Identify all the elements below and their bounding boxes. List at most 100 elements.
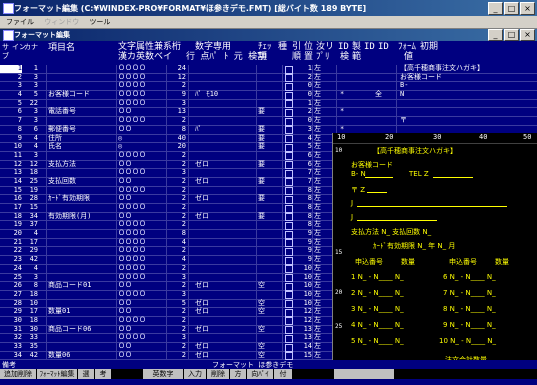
check-required: 要 — [258, 176, 265, 185]
fkey-9[interactable]: 方 — [230, 369, 246, 379]
clear-checkbox[interactable] — [285, 161, 293, 170]
clear-checkbox[interactable] — [285, 247, 293, 256]
fkey-12[interactable] — [293, 369, 333, 379]
clear-checkbox[interactable] — [285, 135, 293, 143]
clear-checkbox[interactable] — [285, 308, 293, 317]
table-row[interactable]: 7 3 ＯＯＯＯ 2 0 左 〒 — [0, 116, 537, 126]
alignment: 左 — [314, 350, 321, 359]
preview-item-left: 3 N_ - N____ N_ — [351, 305, 404, 313]
field-length: 2 — [181, 307, 186, 316]
form-preview[interactable]: 10 20 30 40 50 10 15 20 25 30 【高千穂商事注文ハガ… — [332, 133, 537, 372]
header-kana: カナ — [24, 43, 38, 51]
fkey-4[interactable]: 考 — [95, 369, 111, 379]
menu-tool[interactable]: ツール — [89, 17, 110, 27]
alignment: 左 — [314, 107, 321, 116]
clear-checkbox[interactable] — [285, 213, 293, 222]
check-required: 要 — [258, 159, 265, 168]
fkey-2[interactable]: ﾌｫｰﾏｯﾄ編集 — [37, 369, 77, 379]
row-number: 2 — [17, 72, 22, 81]
menu-bar: ファイル ウィンドウ ツール — [0, 16, 537, 29]
clear-checkbox[interactable] — [285, 343, 293, 352]
clear-checkbox[interactable] — [285, 291, 293, 300]
alignment: 左 — [314, 246, 321, 255]
pull-order: 6 — [307, 159, 312, 168]
clear-checkbox[interactable] — [285, 274, 293, 282]
clear-checkbox[interactable] — [285, 143, 293, 152]
fkey-13[interactable] — [334, 369, 394, 379]
clear-checkbox[interactable] — [285, 239, 293, 248]
clear-checkbox[interactable] — [285, 204, 293, 213]
table-row[interactable]: 1 1 ＯＯＯＯ 24 1 左【高千穂商事注文ハガキ】 — [0, 64, 537, 74]
numeric-edit: ﾊﾟ — [195, 124, 202, 133]
clear-checkbox[interactable] — [285, 221, 293, 230]
clear-checkbox[interactable] — [285, 91, 293, 100]
fkey-10[interactable]: 向ﾊﾟｲ — [247, 369, 273, 379]
fkey-15[interactable] — [456, 369, 537, 379]
clear-checkbox[interactable] — [285, 282, 293, 291]
clear-checkbox[interactable] — [285, 352, 293, 361]
table-row[interactable]: 2 3 ＯＯＯＯ 12 2 左お客様コード — [0, 72, 537, 83]
alignment: 左 — [314, 229, 321, 238]
field-length: 3 — [181, 98, 186, 107]
field-length: 2 — [181, 81, 186, 90]
row-sub: 3 — [33, 72, 38, 81]
maximize-button[interactable]: □ — [504, 2, 519, 15]
char-attr: ＯＯ — [118, 176, 132, 185]
clear-checkbox[interactable] — [285, 326, 293, 335]
numeric-edit: ﾊﾟ ﾓ10 — [195, 90, 219, 99]
field-length: 20 — [177, 142, 186, 151]
check-required: 要 — [258, 211, 265, 220]
menu-window[interactable]: ウィンドウ — [44, 17, 79, 27]
char-attr: ＯＯ — [118, 324, 132, 333]
clear-checkbox[interactable] — [285, 100, 293, 109]
clear-checkbox[interactable] — [285, 169, 293, 178]
main-title-bar[interactable]: フォーマット編集 (C:¥WINDEX-PRO¥FORMAT¥ほ参きデモ.FMT… — [0, 0, 537, 16]
char-attr: ＯＯＯＯ — [118, 263, 146, 272]
table-row[interactable]: 6 3 電話番号 ＯＯ 13 要 2 左 * — [0, 107, 537, 118]
char-attr: ＯＯＯＯ — [118, 255, 146, 264]
fkey-8[interactable]: 削除 — [207, 369, 229, 379]
clear-checkbox[interactable] — [285, 108, 293, 117]
table-row[interactable]: 4 5 お客様コード ＯＯＯＯ 9 ﾊﾟ ﾓ10 0 左 * 全 N — [0, 90, 537, 100]
clear-checkbox[interactable] — [285, 74, 293, 83]
fkey-3[interactable]: 選 — [78, 369, 94, 379]
child-maximize-button[interactable]: □ — [504, 29, 519, 41]
close-button[interactable]: × — [520, 2, 535, 15]
clear-checkbox[interactable] — [285, 195, 293, 204]
alignment: 左 — [314, 176, 321, 185]
fkey-14[interactable] — [395, 369, 455, 379]
fkey-11[interactable]: 付 — [274, 369, 292, 379]
row-number: 30 — [13, 315, 22, 324]
clear-checkbox[interactable] — [285, 117, 293, 126]
fkey-6[interactable]: 英数字 — [143, 369, 183, 379]
pull-order: 6 — [307, 150, 312, 159]
fkey-7[interactable]: 入力 — [184, 369, 206, 379]
clear-checkbox[interactable] — [285, 65, 293, 74]
clear-checkbox[interactable] — [285, 265, 293, 274]
clear-checkbox[interactable] — [285, 230, 293, 239]
table-row[interactable]: 5 22 ＯＯＯＯ 3 1 左 — [0, 98, 537, 109]
child-title-bar[interactable]: フォーマット編集 _ □ × — [0, 29, 537, 41]
minimize-button[interactable]: _ — [488, 2, 503, 15]
clear-checkbox[interactable] — [285, 256, 293, 265]
fkey-5[interactable] — [112, 369, 142, 379]
char-attr: ＯＯ — [118, 124, 132, 133]
clear-checkbox[interactable] — [285, 178, 293, 187]
numeric-edit: ゼロ — [195, 350, 209, 359]
child-minimize-button[interactable]: _ — [488, 29, 503, 41]
header-sub2: ブ — [2, 52, 9, 60]
preview-line-number: 20 — [335, 289, 343, 296]
menu-file[interactable]: ファイル — [6, 17, 34, 27]
alignment: 左 — [314, 220, 321, 229]
clear-checkbox[interactable] — [285, 317, 293, 326]
clear-checkbox[interactable] — [285, 187, 293, 196]
field-length: 2 — [181, 185, 186, 194]
clear-checkbox[interactable] — [285, 126, 293, 135]
clear-checkbox[interactable] — [285, 334, 293, 343]
clear-checkbox[interactable] — [285, 152, 293, 161]
child-close-button[interactable]: × — [520, 29, 535, 41]
check-required: 要 — [258, 107, 265, 116]
fkey-1[interactable]: 追加削除 — [0, 369, 36, 379]
clear-checkbox[interactable] — [285, 82, 293, 91]
clear-checkbox[interactable] — [285, 300, 293, 309]
